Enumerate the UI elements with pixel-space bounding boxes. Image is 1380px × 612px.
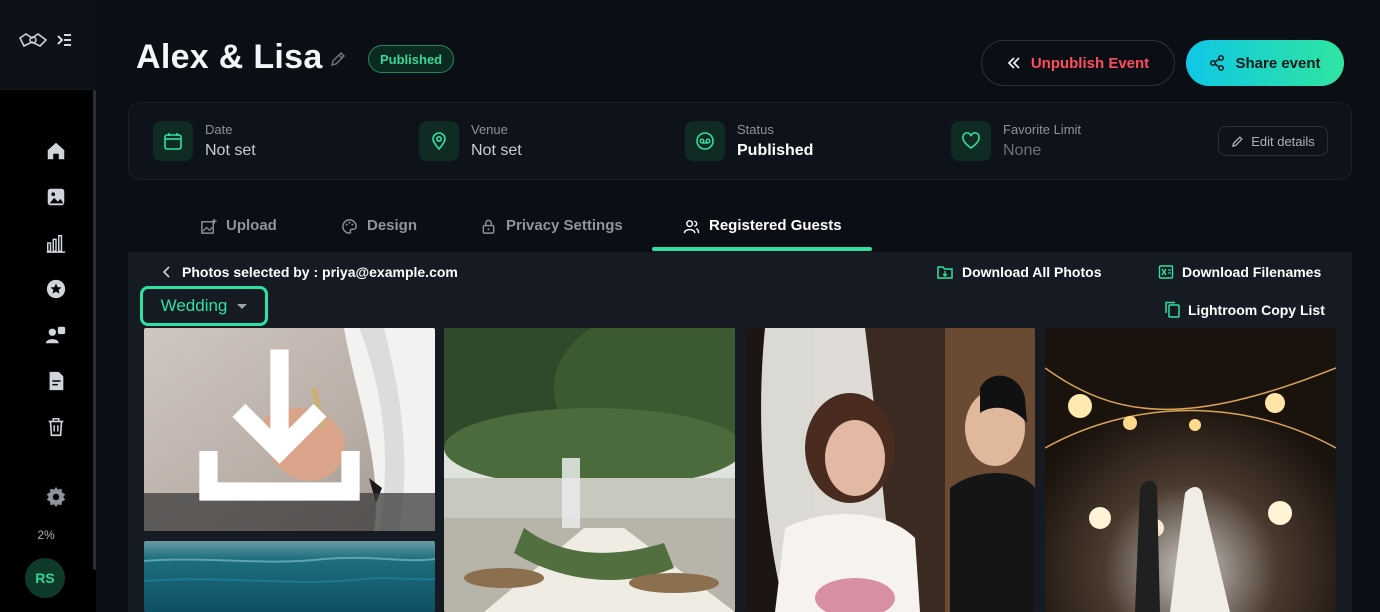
event-info-card: Date Not set Venue Not set Status Publis… <box>128 102 1352 180</box>
nav-gallery-icon[interactable] <box>44 185 68 209</box>
photo-tile[interactable] <box>444 328 735 612</box>
status-label: Status <box>737 122 774 137</box>
venue-label: Venue <box>471 122 508 137</box>
photo-tile[interactable] <box>745 328 1035 612</box>
sidebar: 2% RS <box>0 0 96 612</box>
nav-settings-icon[interactable] <box>44 485 68 509</box>
guest-selection-panel: Photos selected by : priya@example.com D… <box>128 252 1352 612</box>
selected-by-label: Photos selected by : priya@example.com <box>182 264 458 280</box>
nav-clients-icon[interactable] <box>44 323 68 347</box>
palette-icon <box>342 219 357 234</box>
download-filenames-label: Download Filenames <box>1182 264 1322 280</box>
nav-favorites-icon[interactable] <box>44 277 68 301</box>
date-label: Date <box>205 122 233 137</box>
edit-details-label: Edit details <box>1251 133 1315 149</box>
share-icon <box>1210 55 1225 71</box>
share-label: Share event <box>1235 54 1321 72</box>
nav-analytics-icon[interactable] <box>44 231 68 255</box>
download-all-photos-button[interactable]: Download All Photos <box>937 264 1101 280</box>
tab-design-label: Design <box>367 217 418 234</box>
download-all-label: Download All Photos <box>962 264 1102 280</box>
sidebar-header <box>0 0 96 90</box>
active-tab-indicator <box>652 247 872 251</box>
info-date: Date Not set <box>153 121 256 161</box>
download-filenames-button[interactable]: Download Filenames <box>1158 264 1321 280</box>
nav-home-icon[interactable] <box>44 139 68 163</box>
tab-privacy-label: Privacy Settings <box>506 217 623 234</box>
unpublish-event-button[interactable]: Unpublish Event <box>981 40 1175 86</box>
nav-trash-icon[interactable] <box>44 415 68 439</box>
photo-ocean-image <box>144 541 435 612</box>
page-title: Alex & Lisa <box>136 38 323 76</box>
back-to-guests[interactable]: Photos selected by : priya@example.com <box>162 264 458 280</box>
info-venue: Venue Not set <box>419 121 522 161</box>
venue-value: Not set <box>471 142 522 159</box>
photo-couple-image <box>745 328 1035 612</box>
users-icon <box>683 220 700 234</box>
date-value: Not set <box>205 142 256 159</box>
photo-table-setting-image <box>444 328 735 612</box>
storage-usage: 2% <box>37 528 55 542</box>
pencil-icon <box>1232 135 1243 147</box>
heart-icon <box>951 121 991 161</box>
status-value: Published <box>737 142 814 159</box>
avatar[interactable]: RS <box>25 558 65 598</box>
photo-tile[interactable] <box>144 541 435 612</box>
collapse-sidebar-icon[interactable] <box>56 32 72 48</box>
tab-upload[interactable]: Upload <box>200 206 277 252</box>
chevron-left-icon <box>162 266 170 278</box>
nav-documents-icon[interactable] <box>44 369 68 393</box>
edit-title-icon[interactable] <box>329 50 347 68</box>
excel-file-icon <box>1158 265 1174 279</box>
tab-registered-guests-label: Registered Guests <box>709 217 842 234</box>
tab-upload-label: Upload <box>226 217 277 234</box>
share-event-button[interactable]: Share event <box>1186 40 1344 86</box>
edit-details-button[interactable]: Edit details <box>1218 126 1328 156</box>
location-pin-icon <box>419 121 459 161</box>
tab-design[interactable]: Design <box>341 206 417 252</box>
photo-first-dance-image <box>1045 328 1336 612</box>
lightroom-copy-list-button[interactable]: Lightroom Copy List <box>1164 301 1325 318</box>
event-tabs: Upload Design Privacy Settings Registere… <box>128 206 1352 252</box>
album-select-dropdown[interactable]: Wedding <box>140 286 268 326</box>
info-favorite-limit: Favorite Limit None <box>951 121 1081 161</box>
double-chevron-left-icon <box>1007 57 1020 69</box>
caret-down-icon <box>237 303 248 309</box>
upload-image-icon <box>201 218 217 234</box>
calendar-icon <box>153 121 193 161</box>
favorite-limit-label: Favorite Limit <box>1003 122 1082 137</box>
sidebar-scrollbar[interactable] <box>93 90 96 570</box>
app-root: 2% RS Alex & Lisa Published Unpublish Ev… <box>0 0 1380 612</box>
album-selected-value: Wedding <box>160 296 228 315</box>
status-icon <box>685 121 725 161</box>
photo-tile[interactable] <box>1045 328 1336 612</box>
info-status: Status Published <box>685 121 813 161</box>
photo-tile[interactable] <box>144 328 435 531</box>
lightroom-copy-label: Lightroom Copy List <box>1188 301 1325 318</box>
tab-privacy-settings[interactable]: Privacy Settings <box>480 206 623 252</box>
status-badge: Published <box>368 45 455 73</box>
unpublish-label: Unpublish Event <box>1030 54 1150 72</box>
copy-icon <box>1165 301 1180 318</box>
lock-icon <box>482 219 495 234</box>
folder-download-icon <box>937 266 953 279</box>
favorite-limit-value: None <box>1003 142 1042 159</box>
logo-icon <box>18 33 48 48</box>
download-icon[interactable] <box>144 328 425 522</box>
tab-registered-guests[interactable]: Registered Guests <box>683 206 842 252</box>
